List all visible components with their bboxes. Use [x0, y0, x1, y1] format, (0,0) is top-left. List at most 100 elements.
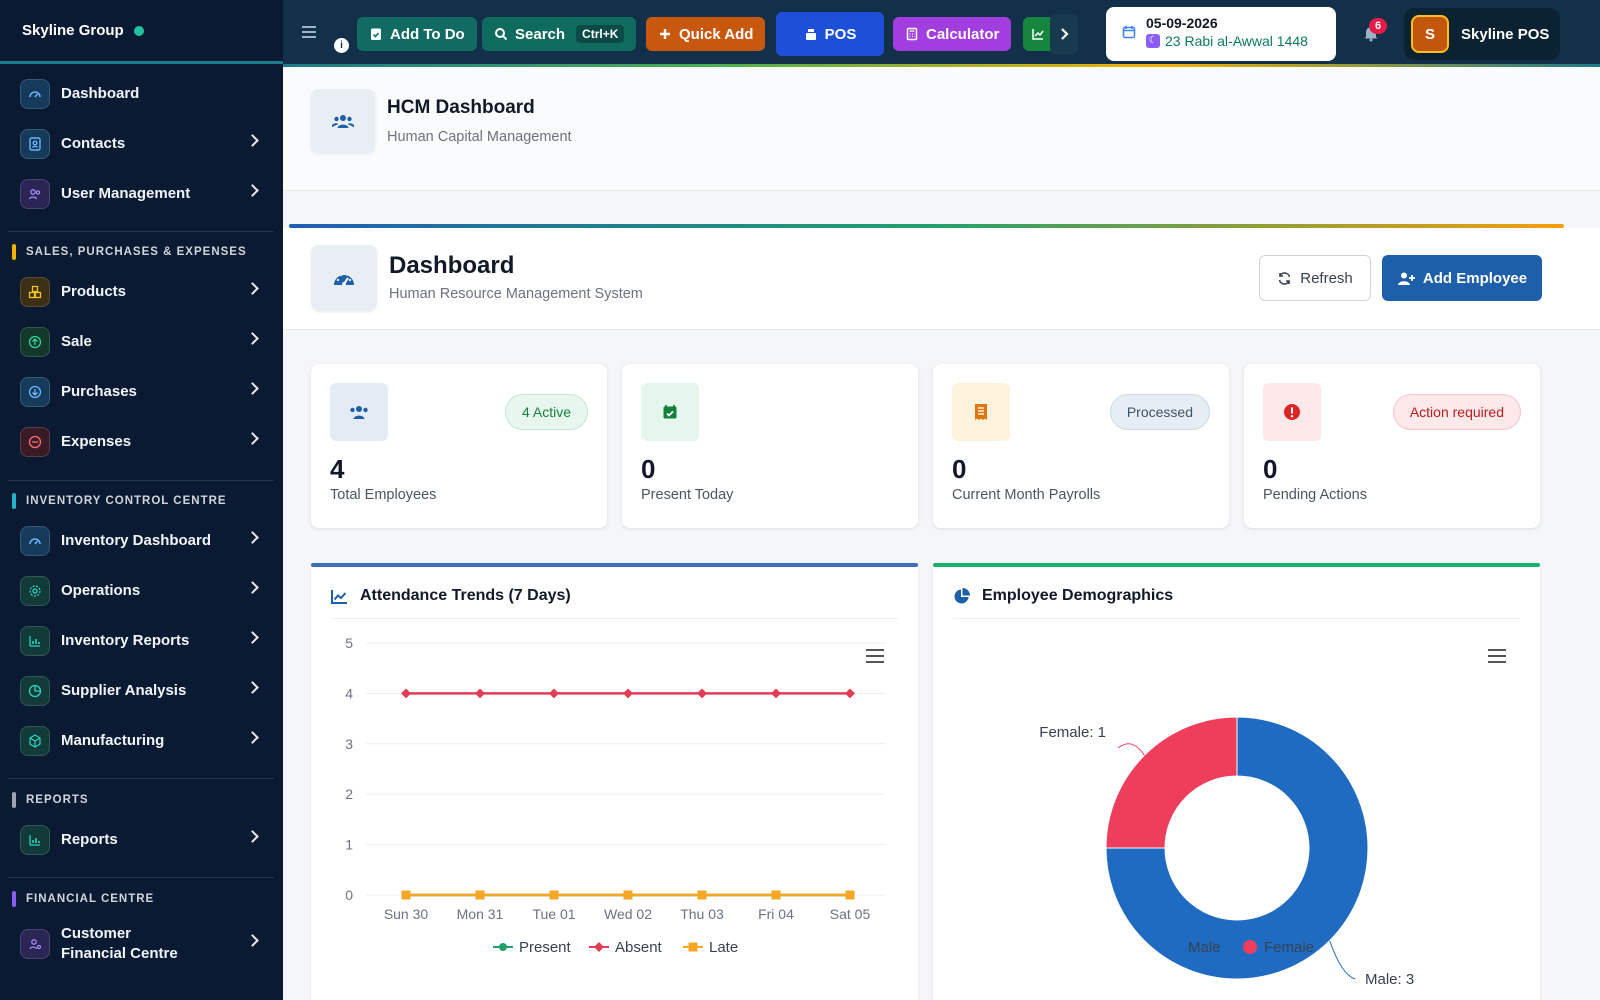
- dashboard-title: Dashboard: [389, 252, 515, 279]
- user-name: Skyline POS: [1461, 25, 1550, 43]
- hijri-date-row: ☾ 23 Rabi al-Awwal 1448: [1146, 33, 1324, 49]
- add-employee-button[interactable]: Add Employee: [1382, 255, 1542, 301]
- sidebar-item-label: Products: [61, 283, 127, 300]
- y-tick-label: 1: [345, 837, 353, 853]
- sidebar-item-inventory-dashboard[interactable]: Inventory Dashboard: [0, 519, 283, 563]
- legend-marker: [1167, 940, 1181, 954]
- user-menu-button[interactable]: S Skyline POS: [1404, 8, 1560, 60]
- sidebar-item-contacts[interactable]: Contacts: [0, 122, 283, 166]
- gauge-icon: [20, 79, 50, 109]
- legend-label: Late: [709, 939, 738, 956]
- status-badge: 4 Active: [504, 394, 588, 430]
- stat-value: 0: [641, 454, 656, 484]
- sidebar-item-manufacturing[interactable]: Manufacturing: [0, 719, 283, 763]
- users-icon: [20, 179, 50, 209]
- sidebar-item-label: Operations: [61, 582, 141, 599]
- sidebar-item-reports[interactable]: Reports: [0, 818, 283, 862]
- sidebar: Skyline Group Dashboard Contacts User Ma…: [0, 0, 283, 1000]
- stat-card-total-employees[interactable]: 4 Active 4 Total Employees: [311, 364, 607, 528]
- legend-label: Present: [519, 939, 572, 956]
- divider: [8, 480, 274, 481]
- chevron-right-icon: [1061, 28, 1069, 40]
- search-icon: [495, 28, 508, 41]
- attendance-panel: Attendance Trends (7 Days) 0 1 2 3 4 5 Sun 30 M…: [311, 563, 918, 1000]
- section-color-bar: [12, 891, 16, 907]
- quick-add-label: Quick Add: [679, 25, 754, 43]
- sidebar-item-customer-financial-centre[interactable]: Customer Financial Centre: [0, 918, 283, 970]
- calculator-button[interactable]: Calculator: [893, 17, 1012, 51]
- cube-icon: [20, 726, 50, 756]
- bar-chart-icon: [20, 626, 50, 656]
- sidebar-item-dashboard[interactable]: Dashboard: [0, 72, 283, 116]
- sidebar-item-user-management[interactable]: User Management: [0, 172, 283, 216]
- legend-label: Absent: [615, 939, 663, 956]
- search-label: Search: [515, 25, 566, 43]
- calendar-check-icon: [641, 383, 699, 441]
- stat-caption: Pending Actions: [1263, 487, 1367, 503]
- chevron-right-icon: [246, 631, 259, 644]
- info-icon[interactable]: i: [334, 38, 349, 53]
- add-todo-button[interactable]: Add To Do: [357, 17, 477, 51]
- sidebar-item-label: Dashboard: [61, 85, 140, 102]
- pos-label: POS: [824, 25, 857, 43]
- search-button[interactable]: Search Ctrl+K: [482, 17, 637, 51]
- quick-add-button[interactable]: Quick Add: [646, 17, 766, 51]
- stat-caption: Total Employees: [330, 487, 437, 503]
- stat-caption: Present Today: [641, 487, 734, 503]
- stat-card-present-today[interactable]: 0 Present Today: [622, 364, 918, 528]
- stat-card-current-month-payrolls[interactable]: Processed 0 Current Month Payrolls: [933, 364, 1229, 528]
- refresh-icon: [1278, 271, 1291, 285]
- data-point: [549, 890, 559, 900]
- date-widget: 05-09-2026 ☾ 23 Rabi al-Awwal 1448: [1106, 7, 1336, 61]
- sidebar-item-supplier-analysis[interactable]: Supplier Analysis: [0, 669, 283, 713]
- stat-card-pending-actions[interactable]: Action required 0 Pending Actions: [1244, 364, 1540, 528]
- menu-toggle-icon[interactable]: [302, 26, 316, 41]
- dashboard-subtitle: Human Resource Management System: [389, 286, 643, 302]
- data-point: [845, 688, 855, 699]
- demographics-donut-chart: Male: 3 Female: 1 Male Female: [1039, 716, 1414, 988]
- sidebar-item-expenses[interactable]: Expenses: [0, 420, 283, 464]
- y-tick-label: 0: [345, 887, 353, 903]
- chevron-right-icon: [246, 531, 259, 544]
- chevron-right-icon: [246, 134, 259, 147]
- sidebar-item-label: Sale: [61, 333, 92, 350]
- sidebar-item-products[interactable]: Products: [0, 270, 283, 314]
- refresh-label: Refresh: [1300, 269, 1353, 287]
- scroll-right-button[interactable]: [1050, 14, 1078, 54]
- sidebar-item-label: Contacts: [61, 135, 126, 152]
- status-badge: Processed: [1109, 394, 1210, 430]
- stat-value: 0: [952, 454, 967, 484]
- x-tick-label: Thu 03: [680, 906, 724, 922]
- x-tick-label: Wed 02: [604, 906, 652, 922]
- sidebar-item-operations[interactable]: Operations: [0, 569, 283, 613]
- sidebar-item-inventory-reports[interactable]: Inventory Reports: [0, 619, 283, 663]
- attendance-line-chart: 0 1 2 3 4 5 Sun 30 Mon 31 Tue 01 Wed 02 Thu 03 Fri …: [345, 635, 886, 956]
- refresh-button[interactable]: Refresh: [1259, 255, 1371, 301]
- arrow-down-circle-icon: [20, 377, 50, 407]
- x-tick-label: Mon 31: [457, 906, 504, 922]
- calculator-label: Calculator: [926, 25, 1000, 43]
- sidebar-item-sale[interactable]: Sale: [0, 320, 283, 364]
- line-chart-icon: [1032, 29, 1044, 40]
- divider: [8, 231, 274, 232]
- chevron-right-icon: [246, 830, 259, 843]
- chevron-right-icon: [246, 432, 259, 445]
- x-tick-label: Fri 04: [758, 906, 794, 922]
- sidebar-item-label: Manufacturing: [61, 732, 165, 749]
- x-tick-label: Sat 05: [830, 906, 871, 922]
- user-plus-icon: [1397, 272, 1415, 285]
- section-title-sales: SALES, PURCHASES & EXPENSES: [12, 244, 247, 260]
- y-tick-label: 2: [345, 786, 353, 802]
- sidebar-item-purchases[interactable]: Purchases: [0, 370, 283, 414]
- chevron-right-icon: [246, 731, 259, 744]
- data-point: [771, 688, 781, 699]
- calendar-icon: [1122, 26, 1136, 39]
- bar-chart-icon: [20, 825, 50, 855]
- status-dot: [133, 25, 144, 36]
- pos-button[interactable]: POS: [776, 12, 884, 56]
- add-todo-label: Add To Do: [390, 25, 465, 43]
- section-color-bar: [12, 493, 16, 509]
- chevron-right-icon: [246, 184, 259, 197]
- data-point: [401, 890, 411, 900]
- calculator-icon: [906, 27, 918, 41]
